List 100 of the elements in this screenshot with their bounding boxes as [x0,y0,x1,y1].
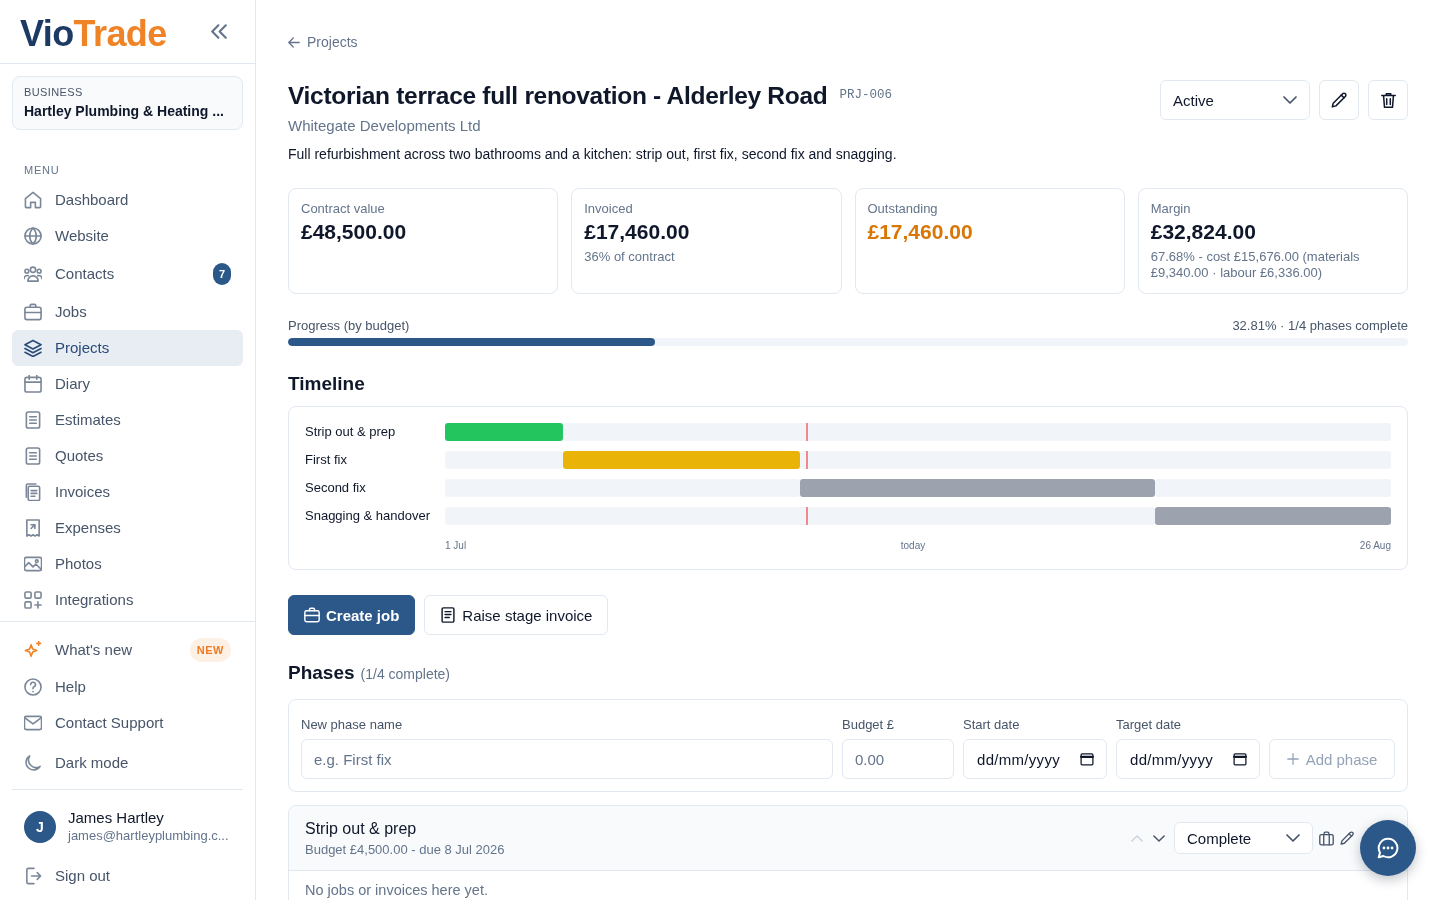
stat-value: £17,460.00 [867,219,974,245]
stat-label: Margin [1150,200,1192,218]
chevron-down-icon [1153,834,1165,842]
image-icon [24,555,42,573]
sidebar-item[interactable]: Sign out [12,858,243,894]
field-label: Budget £ [842,716,896,734]
count-badge: 7 [213,263,231,285]
empty-message: No jobs or invoices here yet. [304,881,489,900]
receipt-icon [24,519,42,537]
number-field[interactable]: 0.00 [842,739,954,779]
sidebar-item[interactable]: Contact Support [12,705,243,741]
people-icon [24,265,42,283]
help-icon [24,678,42,696]
sidebar-item[interactable]: Photos [12,546,243,582]
progress-label: Progress (by budget) [288,318,410,334]
status-select[interactable]: Active [1160,80,1310,120]
field-label: Target date [1116,716,1183,734]
sidebar-item[interactable]: Quotes [12,438,243,474]
phase-label: Snagging & handover [305,508,432,524]
job-button[interactable] [1319,830,1334,846]
calendar-icon [1080,752,1094,766]
calendar-icon [1233,752,1247,766]
stat-label: Outstanding [867,200,939,218]
briefcase-icon [304,607,320,623]
back-link[interactable]: Projects [288,32,358,52]
sidebar-item[interactable]: Estimates [12,402,243,438]
sidebar-item[interactable]: Integrations [12,582,243,618]
sidebar-item[interactable]: Jobs [12,294,243,330]
sidebar-item[interactable]: Diary [12,366,243,402]
document-icon [24,447,42,465]
grid-plus-icon [24,591,42,609]
home-icon [24,191,42,209]
field-label: New phase name [301,716,404,734]
stat-label: Invoiced [584,200,634,218]
section-heading: Phases [288,661,355,685]
delete-button[interactable] [1368,80,1408,120]
sidebar-item[interactable]: Dark mode [12,745,243,781]
section-heading: Timeline [288,372,366,396]
logo: VioTrade [20,13,167,54]
moon-icon [24,754,42,772]
status-select[interactable]: Complete [1174,822,1313,854]
business-card[interactable]: BUSINESS Hartley Plumbing & Heating ... [12,76,243,130]
project-description: Full refurbishment across two bathrooms and a kitchen: strip out, first fix, second fix and snagging. [288,145,897,164]
globe-icon [24,227,42,245]
calendar-icon [24,375,42,393]
sidebar-item[interactable]: Projects [12,330,243,366]
user-name: James Hartley [68,809,165,827]
edit-button[interactable] [1340,830,1355,846]
stat-value: £32,824.00 [1150,219,1257,245]
axis-label: 26 Aug [1359,540,1391,552]
sidebar-item[interactable]: Dashboard [12,182,243,218]
new-badge: NEW [189,638,231,662]
chevron-down-icon [1283,96,1297,104]
plus-icon [1286,753,1299,765]
phase-meta: Budget £4,500.00 - due 8 Jul 2026 [305,840,505,858]
layers-icon [24,339,42,357]
stat-label: Contract value [301,200,386,218]
date-field[interactable]: dd/mm/yyyy [963,739,1107,779]
chat-button[interactable] [1360,820,1416,876]
avatar: J [24,811,56,843]
chat-bubble-icon [1377,837,1399,859]
document-icon [440,607,457,623]
raise-invoice-button[interactable]: Raise stage invoice [424,595,609,635]
phase-label: Strip out & prep [305,424,397,440]
date-field[interactable]: dd/mm/yyyy [1116,739,1260,779]
chevron-down-icon [1286,834,1300,842]
phase-count: (1/4 complete) [360,666,451,682]
stat-value: £17,460.00 [584,219,691,245]
move-down-button[interactable] [1151,832,1167,844]
chevrons-left-icon [211,24,227,39]
sidebar-item[interactable]: Contacts 7 [12,254,243,294]
axis-label: 1 Jul [445,540,467,552]
axis-label: today [900,540,926,552]
field-label: Start date [963,716,1021,734]
chevron-up-icon [1131,834,1143,842]
phase-title: Strip out & prep [305,818,418,839]
briefcase-icon [24,303,42,321]
sidebar-item[interactable]: What's new NEW [12,631,243,669]
sign-out-icon [24,867,42,885]
collapse-button[interactable] [211,24,227,39]
sidebar-item[interactable]: Website [12,218,243,254]
stat-note: 36% of contract [584,249,676,265]
documents-icon [24,483,42,501]
phase-label: Second fix [305,480,367,496]
sparkles-icon [24,641,42,659]
arrow-left-icon [288,36,300,48]
sidebar-item[interactable]: Invoices [12,474,243,510]
create-job-button[interactable]: Create job [288,595,416,635]
progress-summary: 32.81% · 1/4 phases complete [1232,318,1408,334]
sidebar-item[interactable]: Expenses [12,510,243,546]
document-icon [24,411,42,429]
sidebar-item[interactable]: Help [12,669,243,705]
pencil-icon [1340,830,1355,846]
pencil-icon [1330,91,1348,109]
text-field[interactable]: e.g. First fix [301,739,833,779]
client-name: Whitegate Developments Ltd [288,116,482,136]
stat-value: £48,500.00 [301,219,408,245]
business-label: BUSINESS [24,85,84,99]
menu-heading: MENU [24,163,61,177]
project-code: PRJ-006 [839,87,892,102]
